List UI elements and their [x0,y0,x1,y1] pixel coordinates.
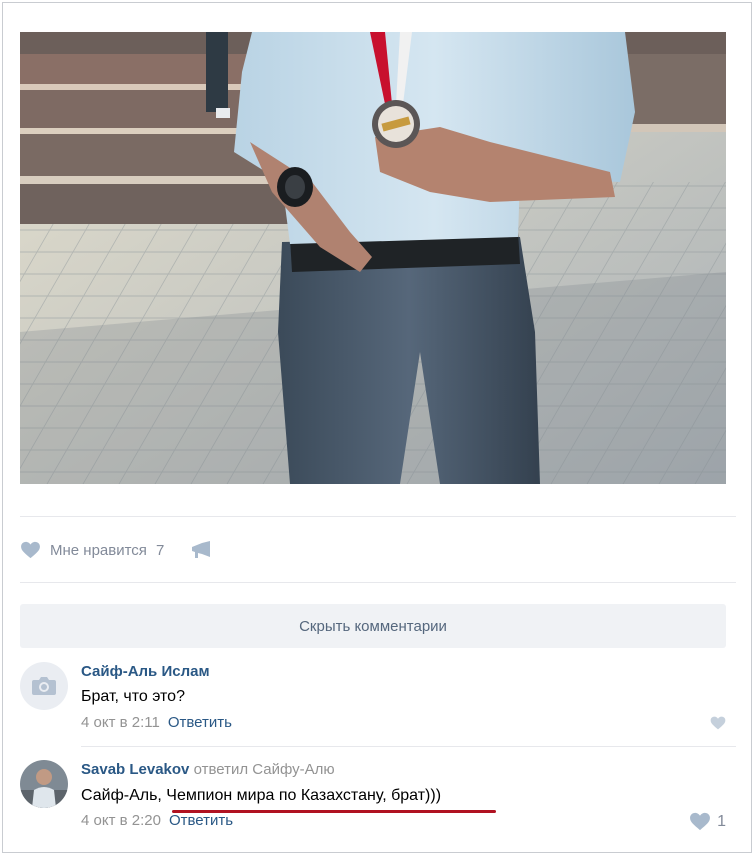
camera-icon [32,677,56,695]
reply-button[interactable]: Ответить [169,812,233,829]
avatar-image [20,760,68,808]
like-count: 7 [155,541,165,559]
like-button[interactable]: Мне нравится 7 [20,541,164,559]
divider [20,582,736,583]
reply-button[interactable]: Ответить [168,714,232,731]
comment: Сайф-Аль Ислам Брат, что это? 4 окт в 2:… [20,662,726,742]
comment: Savab Levakov ответил Сайфу-Алю Сайф-Аль… [20,760,726,840]
comment-author[interactable]: Сайф-Аль Ислам [81,663,210,680]
comment-date[interactable]: 4 окт в 2:20 [81,812,161,829]
comment-body: Чемпион мира по Казахстану, брат))) [166,787,442,804]
comment-author[interactable]: Savab Levakov [81,761,189,778]
comment-like-button[interactable] [710,716,726,730]
comment-text: Сайф-Аль, Чемпион мира по Казахстану, бр… [81,787,441,805]
post-photo[interactable] [20,32,726,484]
reply-to-label[interactable]: ответил Сайфу-Алю [194,761,335,778]
comment-date[interactable]: 4 окт в 2:11 [81,714,160,731]
divider [20,516,736,517]
like-label: Мне нравится [50,541,147,559]
comment-text: Брат, что это? [81,688,185,705]
comment-like-count: 1 [717,812,726,830]
share-icon[interactable] [190,540,212,560]
post-actions: Мне нравится 7 [20,536,212,564]
photo-image [20,32,726,484]
hide-comments-button[interactable]: Скрыть комментарии [20,604,726,648]
avatar[interactable] [20,662,68,710]
heart-icon [21,541,40,559]
divider [81,746,736,747]
comment-addressee[interactable]: Сайф-Аль, [81,787,166,804]
avatar[interactable] [20,760,68,808]
comment-like-button[interactable]: 1 [689,812,726,831]
heart-icon [710,716,726,730]
hide-comments-label: Скрыть комментарии [299,617,447,635]
heart-icon [690,812,711,831]
